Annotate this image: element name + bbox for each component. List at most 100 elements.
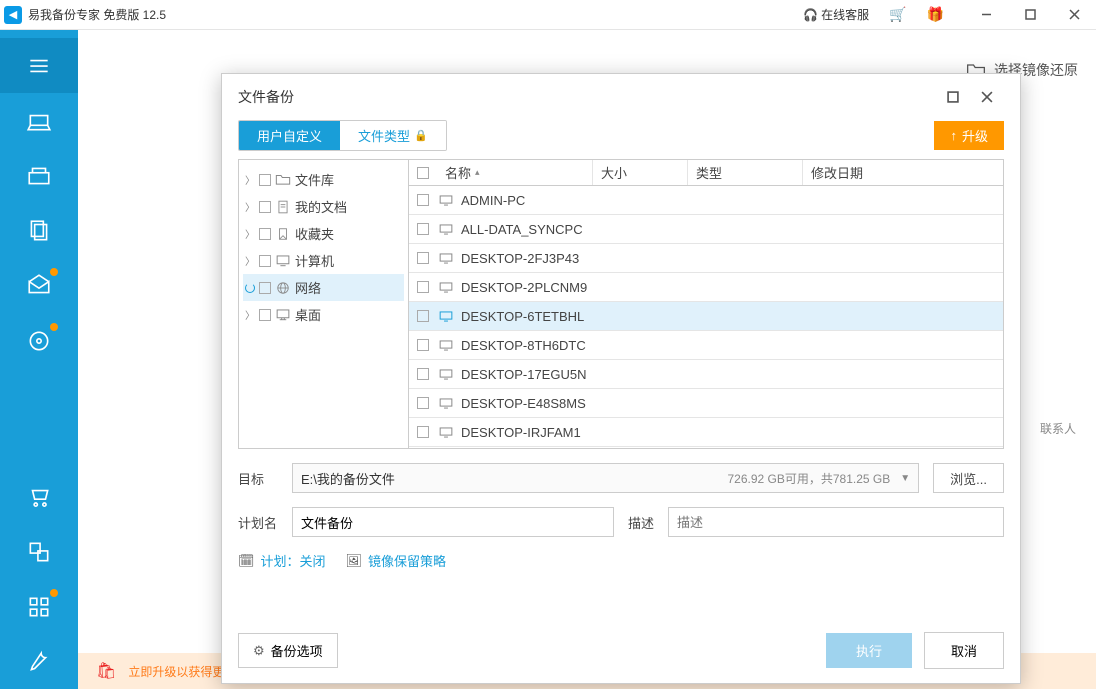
backup-options-button[interactable]: ⚙ 备份选项 (238, 633, 338, 668)
plan-name-input[interactable] (292, 507, 614, 537)
tree-checkbox[interactable] (259, 174, 271, 186)
nav-smart-backup[interactable] (0, 313, 78, 368)
list-row[interactable]: ADMIN-PC (409, 186, 1003, 215)
upgrade-button[interactable]: ↑ 升级 (934, 121, 1004, 150)
list-row[interactable]: DESKTOP-17EGU5N (409, 360, 1003, 389)
app-logo: ◀ (4, 6, 22, 24)
expand-icon[interactable]: 〉 (245, 172, 255, 187)
expand-icon[interactable]: 〉 (245, 199, 255, 214)
close-button[interactable] (1052, 0, 1096, 30)
net-icon (275, 281, 291, 295)
tab-filetype[interactable]: 文件类型 🔒 (340, 121, 446, 150)
dialog-close-button[interactable] (970, 80, 1004, 114)
chevron-down-icon[interactable]: ▼ (900, 473, 910, 484)
row-checkbox[interactable] (417, 397, 429, 409)
tree-checkbox[interactable] (259, 309, 271, 321)
browse-button[interactable]: 浏览... (933, 463, 1004, 493)
tree-checkbox[interactable] (259, 228, 271, 240)
tree-item[interactable]: 〉收藏夹 (243, 220, 404, 247)
tree-label: 我的文档 (295, 197, 347, 216)
tab-custom[interactable]: 用户自定义 (239, 121, 340, 150)
row-checkbox[interactable] (417, 339, 429, 351)
gear-icon: ⚙ (253, 643, 265, 659)
nav-tools[interactable] (0, 579, 78, 634)
dest-available: 726.92 GB可用，共781.25 GB (727, 470, 890, 487)
maximize-button[interactable] (1008, 0, 1052, 30)
monitor-icon (437, 194, 455, 207)
monitor-icon (437, 397, 455, 410)
nav-clone[interactable] (0, 524, 78, 579)
expand-icon[interactable]: 〉 (245, 253, 255, 268)
row-checkbox[interactable] (417, 281, 429, 293)
dest-label: 目标 (238, 469, 278, 488)
row-checkbox[interactable] (417, 223, 429, 235)
nav-cart[interactable] (0, 469, 78, 524)
expand-icon[interactable]: 〉 (245, 226, 255, 241)
calendar-icon: 🗓 (238, 553, 255, 569)
row-checkbox[interactable] (417, 368, 429, 380)
col-name[interactable]: 名称▴ (437, 160, 592, 185)
execute-button[interactable]: 执行 (826, 633, 912, 668)
tree-item[interactable]: 〉计算机 (243, 247, 404, 274)
plan-label: 计划名 (238, 513, 278, 532)
tree-item[interactable]: 〉桌面 (243, 301, 404, 328)
spinner-icon (245, 283, 255, 293)
list-row[interactable]: DESKTOP-2PLCNM9 (409, 273, 1003, 302)
monitor-icon (437, 223, 455, 236)
desc-label: 描述 (628, 513, 654, 532)
nav-system-backup[interactable] (0, 148, 78, 203)
file-browser: 〉文件库〉我的文档〉收藏夹〉计算机网络〉桌面 名称▴ 大小 类型 修改日期 AD… (238, 159, 1004, 449)
row-checkbox[interactable] (417, 310, 429, 322)
list-row[interactable]: DESKTOP-6TETBHL (409, 302, 1003, 331)
tree-checkbox[interactable] (259, 282, 271, 294)
row-checkbox[interactable] (417, 194, 429, 206)
file-backup-dialog: 文件备份 用户自定义 文件类型 🔒 ↑ 升级 (221, 73, 1021, 684)
list-row[interactable]: DESKTOP-2FJ3P43 (409, 244, 1003, 273)
tree-item[interactable]: 〉 文件库 (243, 166, 404, 193)
dest-field[interactable]: E:\我的备份文件 726.92 GB可用，共781.25 GB ▼ (292, 463, 919, 493)
image-icon: 🖼 (346, 553, 363, 569)
nav-menu[interactable] (0, 38, 78, 93)
folder-icon (275, 173, 291, 187)
bag-icon: 🛍 (96, 661, 116, 681)
tree-checkbox[interactable] (259, 255, 271, 267)
row-checkbox[interactable] (417, 426, 429, 438)
col-date[interactable]: 修改日期 (802, 160, 1003, 185)
list-row[interactable]: DESKTOP-8TH6DTC (409, 331, 1003, 360)
minimize-button[interactable] (964, 0, 1008, 30)
monitor-icon (437, 426, 455, 439)
description-input[interactable] (668, 507, 1004, 537)
nav-file-backup[interactable] (0, 203, 78, 258)
row-checkbox[interactable] (417, 252, 429, 264)
monitor-icon (437, 281, 455, 294)
nav-disk-backup[interactable] (0, 93, 78, 148)
monitor-icon (437, 368, 455, 381)
cancel-button[interactable]: 取消 (924, 632, 1004, 669)
row-name: DESKTOP-2PLCNM9 (455, 280, 997, 295)
schedule-link[interactable]: 🗓 计划：关闭 (238, 551, 326, 570)
tree-checkbox[interactable] (259, 201, 271, 213)
monitor-icon (437, 252, 455, 265)
row-name: ADMIN-PC (455, 193, 997, 208)
tree-item[interactable]: 网络 (243, 274, 404, 301)
col-size[interactable]: 大小 (592, 160, 687, 185)
retention-link[interactable]: 🖼 镜像保留策略 (346, 551, 447, 570)
list-row[interactable]: DESKTOP-IRJFAM1 (409, 418, 1003, 447)
expand-icon[interactable]: 〉 (245, 307, 255, 322)
list-row[interactable]: DESKTOP-E48S8MS (409, 389, 1003, 418)
cart-icon[interactable]: 🛒 (889, 6, 906, 23)
dialog-maximize-button[interactable] (936, 80, 970, 114)
select-all-checkbox[interactable] (417, 167, 429, 179)
list-row[interactable]: ALL-DATA_SYNCPC (409, 215, 1003, 244)
list-body[interactable]: ADMIN-PC ALL-DATA_SYNCPCDESKTOP-2FJ3P43 DE… (409, 186, 1003, 448)
col-type[interactable]: 类型 (687, 160, 802, 185)
tree-item[interactable]: 〉 我的文档 (243, 193, 404, 220)
row-name: DESKTOP-17EGU5N (455, 367, 997, 382)
gift-icon[interactable]: 🎁 (927, 6, 944, 23)
folder-tree[interactable]: 〉文件库〉我的文档〉收藏夹〉计算机网络〉桌面 (239, 160, 409, 448)
nav-settings[interactable] (0, 634, 78, 689)
nav-mail-backup[interactable] (0, 258, 78, 313)
tree-label: 文件库 (295, 170, 334, 189)
online-service-link[interactable]: 🎧 在线客服 (803, 6, 869, 23)
fav-icon (275, 227, 291, 241)
